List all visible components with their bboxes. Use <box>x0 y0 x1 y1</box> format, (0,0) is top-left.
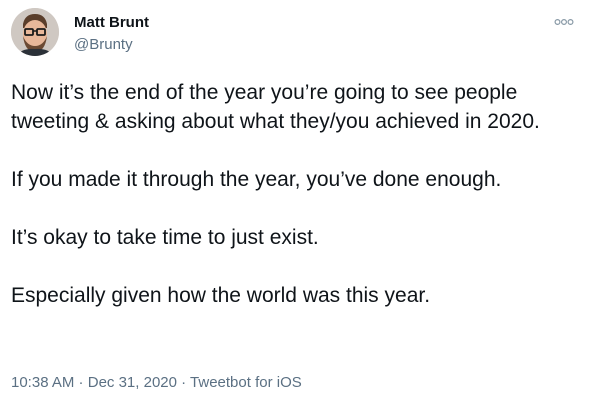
author-handle[interactable]: @Brunty <box>74 36 133 53</box>
tweet-paragraph: It’s okay to take time to just exist. <box>11 226 319 249</box>
tweet-meta: 10:38 AM · Dec 31, 2020 · Tweetbot for i… <box>11 374 302 391</box>
more-options-icon <box>554 18 574 26</box>
tweet-date[interactable]: Dec 31, 2020 <box>88 374 177 391</box>
tweet-time[interactable]: 10:38 AM <box>11 374 74 391</box>
avatar-image <box>11 8 59 56</box>
meta-separator: · <box>74 374 88 391</box>
tweet-paragraph: Now it’s the end of the year you’re goin… <box>11 81 540 133</box>
more-options-button[interactable] <box>550 12 578 32</box>
tweet: Matt Brunt @Brunty Now it’s the end of t… <box>0 0 590 400</box>
tweet-paragraph: Especially given how the world was this … <box>11 284 431 307</box>
tweet-source[interactable]: Tweetbot for iOS <box>190 374 302 391</box>
tweet-text: Now it’s the end of the year you’re goin… <box>11 78 581 310</box>
avatar[interactable] <box>11 8 59 56</box>
tweet-paragraph: If you made it through the year, you’ve … <box>11 168 502 191</box>
meta-separator: · <box>176 374 191 391</box>
author-name[interactable]: Matt Brunt <box>74 14 149 31</box>
